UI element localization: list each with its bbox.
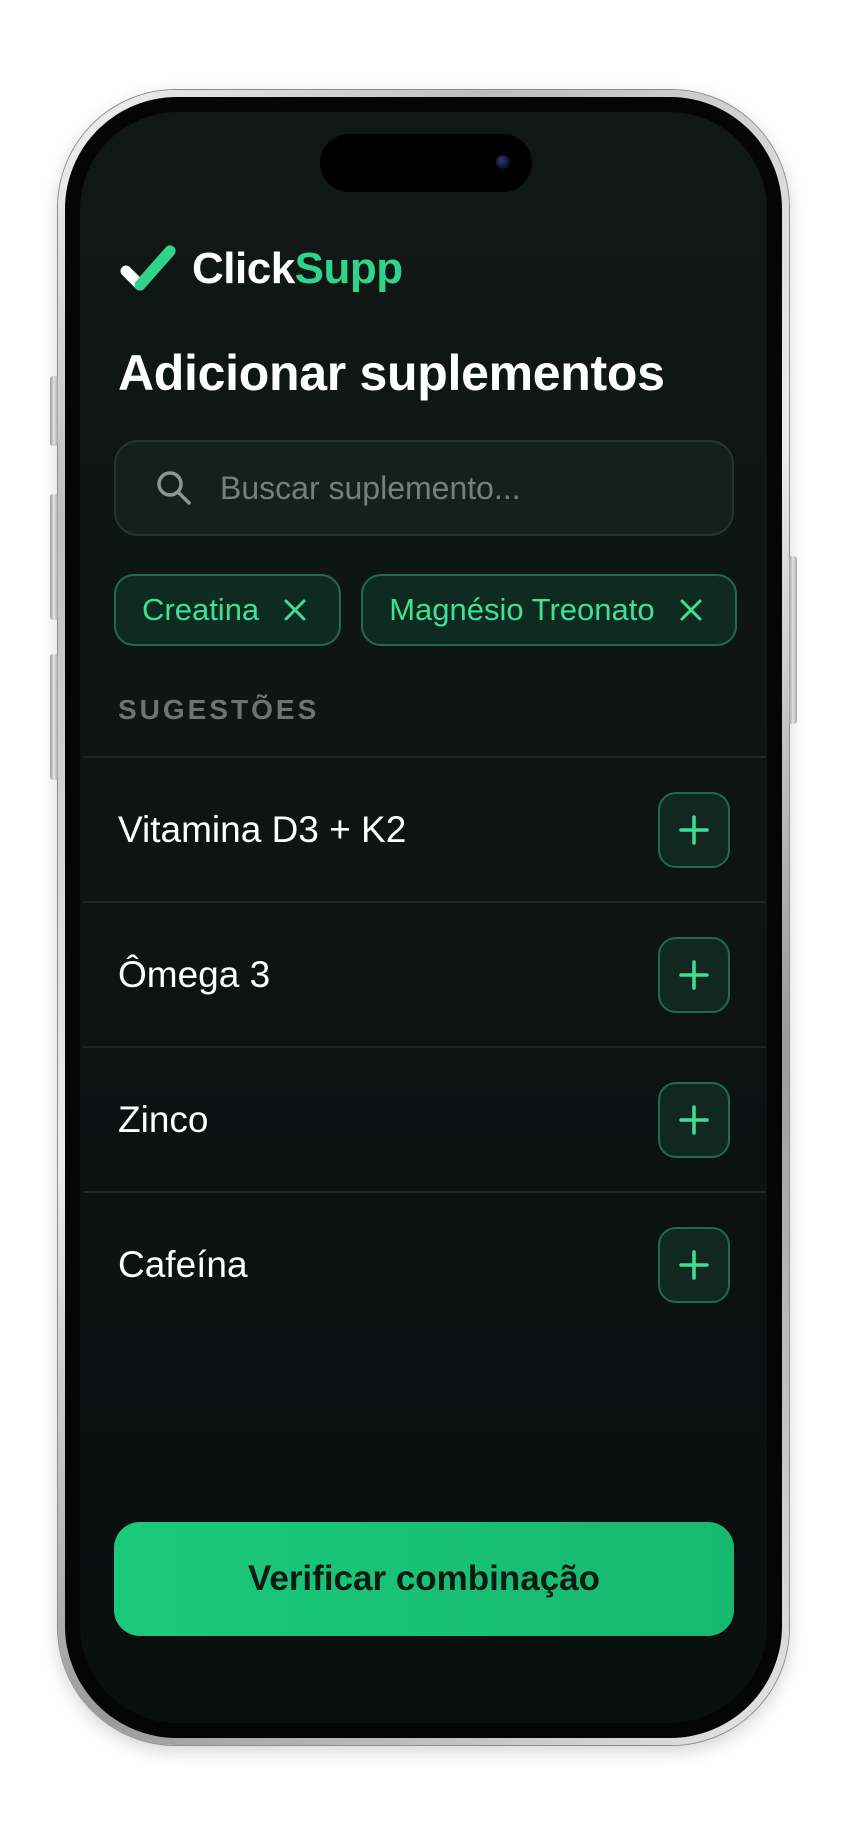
suggestion-label: Ômega 3 xyxy=(118,953,271,995)
plus-icon xyxy=(679,1104,709,1135)
search-icon xyxy=(157,471,191,505)
close-icon[interactable] xyxy=(677,596,705,624)
search-input[interactable] xyxy=(218,468,702,508)
app: ClickSupp Adicionar suplementos Creatina… xyxy=(0,0,853,1844)
brand-name: ClickSupp xyxy=(192,244,403,294)
add-button[interactable] xyxy=(658,1081,730,1158)
suggestion-item: Cafeína xyxy=(83,1191,766,1336)
plus-icon xyxy=(679,814,709,845)
suggestions-heading: SUGESTÕES xyxy=(118,694,320,725)
add-button[interactable] xyxy=(658,936,730,1013)
plus-icon xyxy=(679,1249,709,1280)
verify-combination-button[interactable]: Verificar combinação xyxy=(114,1522,734,1636)
plus-icon xyxy=(679,959,709,990)
suggestion-label: Zinco xyxy=(118,1098,209,1140)
suggestion-label: Cafeína xyxy=(118,1243,248,1285)
add-button[interactable] xyxy=(658,791,730,868)
brand-name-part1: Click xyxy=(192,244,295,293)
selected-supplements: Creatina Magnésio Treonato xyxy=(114,574,737,646)
selected-chip[interactable]: Creatina xyxy=(114,574,342,646)
page-title: Adicionar suplementos xyxy=(118,345,665,401)
suggestion-item: Vitamina D3 + K2 xyxy=(83,756,766,901)
brand-name-part2: Supp xyxy=(294,244,403,293)
add-button[interactable] xyxy=(658,1226,730,1303)
check-icon xyxy=(120,245,176,291)
suggestion-item: Ômega 3 xyxy=(83,901,766,1046)
chip-label: Magnésio Treonato xyxy=(389,592,655,627)
close-icon[interactable] xyxy=(281,596,309,624)
chip-label: Creatina xyxy=(142,592,260,627)
suggestion-item: Zinco xyxy=(83,1046,766,1191)
selected-chip[interactable]: Magnésio Treonato xyxy=(361,574,737,646)
suggestions-list: Vitamina D3 + K2 Ômega 3 Zinco Cafeína xyxy=(83,756,766,1336)
suggestion-label: Vitamina D3 + K2 xyxy=(118,808,407,850)
brand-logo: ClickSupp xyxy=(120,240,403,298)
search-bar[interactable] xyxy=(114,440,734,536)
